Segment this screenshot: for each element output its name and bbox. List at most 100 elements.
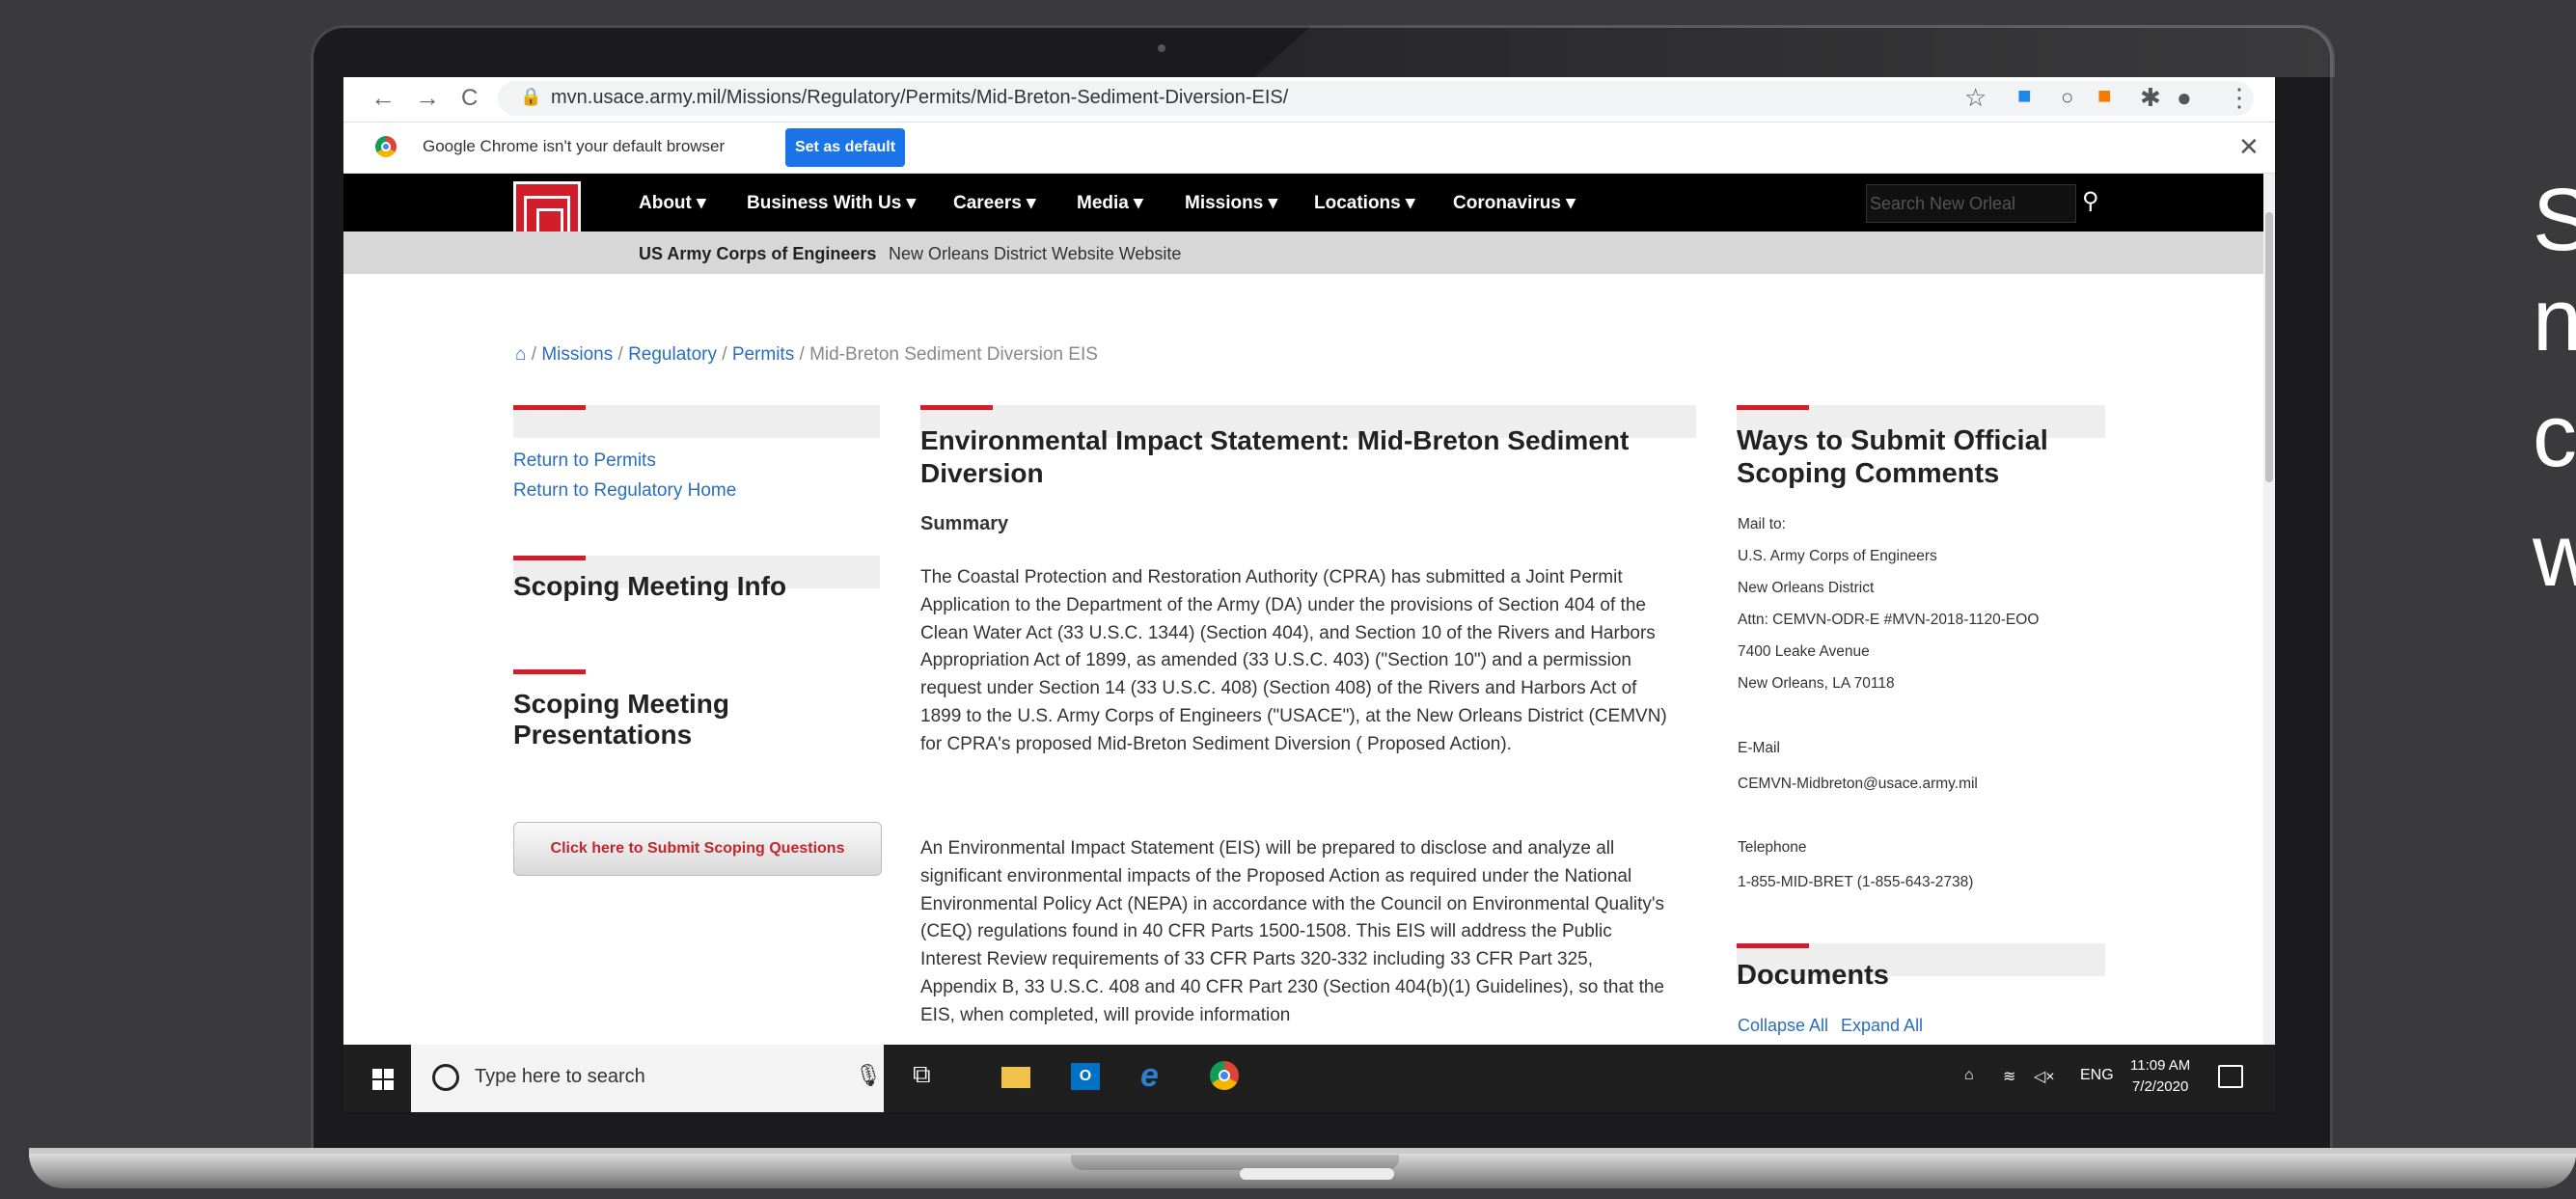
red-accent: [513, 405, 586, 410]
castle-icon: [524, 196, 570, 234]
expand-all-link[interactable]: Expand All: [1841, 1016, 1923, 1036]
nav-business-with-us[interactable]: Business With Us ▾: [747, 192, 916, 214]
menu-kebab-icon[interactable]: ⋮: [2227, 83, 2252, 113]
start-tile: [384, 1080, 394, 1090]
file-explorer-icon[interactable]: [1000, 1059, 1032, 1092]
home-icon[interactable]: ⌂: [515, 344, 526, 365]
task-view-icon[interactable]: ⧉: [913, 1059, 945, 1092]
eis-paragraph: An Environmental Impact Statement (EIS) …: [920, 838, 1665, 1025]
nav-locations[interactable]: Locations ▾: [1314, 192, 1415, 214]
outlook-icon[interactable]: O: [1069, 1059, 1102, 1092]
site-subbar: [343, 232, 2263, 274]
breadcrumb-sep: /: [722, 344, 727, 365]
address-line: New Orleans, LA 70118: [1738, 675, 1895, 692]
submit-scoping-questions-button[interactable]: Click here to Submit Scoping Questions: [513, 822, 882, 876]
webcam-icon: [1158, 44, 1165, 52]
summary-label: Summary: [920, 513, 1009, 534]
nav-careers[interactable]: Careers ▾: [953, 192, 1036, 214]
forward-icon[interactable]: →: [415, 83, 440, 113]
ways-to-submit-heading: Ways to Submit Official Scoping Comments: [1737, 424, 2048, 490]
site-search-placeholder: Search New Orleal: [1870, 194, 2016, 213]
laptop-notch-lip: [1240, 1168, 1394, 1180]
profile-icon[interactable]: ●: [2177, 83, 2192, 113]
breadcrumb-sep: /: [799, 344, 805, 365]
search-icon[interactable]: ⚲: [2082, 187, 2099, 215]
page-title: Environmental Impact Statement: Mid-Bret…: [920, 424, 1692, 490]
breadcrumb-permits[interactable]: Permits: [732, 344, 794, 365]
org-name: US Army Corps of Engineers: [639, 244, 877, 263]
bookmark-star-icon[interactable]: ☆: [1964, 83, 1987, 113]
scrollbar-thumb[interactable]: [2265, 212, 2273, 482]
notifications-icon[interactable]: [2218, 1065, 2243, 1088]
nav-about[interactable]: About ▾: [639, 192, 706, 214]
start-tile: [384, 1069, 394, 1078]
red-accent: [1737, 405, 1809, 410]
red-accent: [513, 669, 586, 674]
extension-icon[interactable]: ○: [2061, 85, 2073, 110]
breadcrumb-regulatory[interactable]: Regulatory: [628, 344, 717, 365]
breadcrumb: ⌂ / Missions / Regulatory / Permits / Mi…: [515, 344, 1098, 366]
nav-media[interactable]: Media ▾: [1077, 192, 1143, 214]
heading-line: Presentations: [513, 720, 693, 749]
heading-line: Scoping Comments: [1737, 458, 2000, 489]
address-line: Attn: CEMVN-ODR-E #MVN-2018-1120-EOO: [1738, 612, 2040, 628]
windows-start-icon[interactable]: [372, 1069, 394, 1090]
laptop-glare: [1254, 25, 2335, 77]
telephone-number: 1-855-MID-BRET (1-855-643-2738): [1738, 874, 1974, 890]
browser-toolbar: ← → C 🔒 mvn.usace.army.mil/Missions/Regu…: [343, 77, 2275, 123]
default-browser-infobar: Google Chrome isn't your default browser…: [343, 123, 2275, 174]
left-panel-bar: [513, 405, 880, 438]
collapse-all-link[interactable]: Collapse All: [1738, 1016, 1828, 1036]
breadcrumb-sep: /: [617, 344, 623, 365]
address-line: New Orleans District: [1738, 580, 1875, 596]
nav-coronavirus[interactable]: Coronavirus ▾: [1453, 192, 1576, 214]
district-label: New Orleans District Website Website: [889, 244, 1182, 263]
email-address[interactable]: CEMVN-Midbreton@usace.army.mil: [1738, 776, 1978, 793]
extension-icon[interactable]: ■: [2017, 83, 2032, 110]
extensions-puzzle-icon[interactable]: ✱: [2140, 83, 2161, 113]
close-icon[interactable]: ✕: [2238, 132, 2260, 162]
back-icon[interactable]: ←: [370, 83, 396, 113]
background-caption-n: n: [2533, 271, 2576, 369]
return-to-permits-link[interactable]: Return to Permits: [513, 450, 656, 472]
nav-missions[interactable]: Missions ▾: [1185, 192, 1277, 214]
clock-time: 11:09 AM: [2130, 1057, 2191, 1074]
mail-label: Mail to:: [1738, 516, 1786, 532]
summary-paragraph: The Coastal Protection and Restoration A…: [920, 567, 1667, 754]
chrome-logo-icon: [375, 136, 397, 157]
start-tile: [372, 1069, 382, 1078]
title-line: Diversion: [920, 458, 1044, 488]
telephone-label: Telephone: [1738, 839, 1807, 856]
volume-icon[interactable]: ◁×: [2034, 1067, 2055, 1086]
red-accent: [920, 405, 993, 410]
language-indicator[interactable]: ENG: [2080, 1067, 2114, 1084]
address-line: 7400 Leake Avenue: [1738, 643, 1870, 660]
extension-icon[interactable]: ■: [2097, 83, 2112, 110]
documents-heading: Documents: [1737, 960, 1889, 991]
network-icon[interactable]: ⌂: [1964, 1067, 1974, 1084]
screen: ← → C 🔒 mvn.usace.army.mil/Missions/Regu…: [343, 77, 2275, 1112]
taskbar-clock[interactable]: 11:09 AM 7/2/2020: [2130, 1055, 2190, 1098]
heading-line: Ways to Submit Official: [1737, 425, 2048, 456]
clock-date: 7/2/2020: [2131, 1078, 2189, 1095]
taskbar-search-placeholder: Type here to search: [475, 1066, 645, 1087]
address-line: U.S. Army Corps of Engineers: [1738, 548, 1937, 564]
reload-icon[interactable]: C: [461, 85, 478, 112]
email-label: E-Mail: [1738, 740, 1780, 756]
start-tile: [372, 1080, 382, 1090]
scoping-meeting-presentations-heading: Scoping Meeting Presentations: [513, 689, 729, 750]
heading-line: Scoping Meeting: [513, 689, 729, 719]
breadcrumb-missions[interactable]: Missions: [541, 344, 613, 365]
edge-icon[interactable]: e: [1140, 1059, 1173, 1092]
chrome-taskbar-icon[interactable]: [1208, 1059, 1241, 1092]
lock-icon: 🔒: [520, 87, 542, 106]
microphone-icon[interactable]: 🎙: [855, 1063, 882, 1088]
red-accent: [513, 556, 586, 560]
url-text[interactable]: mvn.usace.army.mil/Missions/Regulatory/P…: [551, 87, 1288, 109]
return-to-regulatory-home-link[interactable]: Return to Regulatory Home: [513, 480, 736, 502]
scoping-meeting-info-heading: Scoping Meeting Info: [513, 571, 787, 601]
set-as-default-button[interactable]: Set as default: [785, 128, 905, 167]
wifi-icon[interactable]: ≋: [2003, 1067, 2015, 1086]
breadcrumb-current: Mid-Breton Sediment Diversion EIS: [809, 344, 1098, 365]
breadcrumb-sep: /: [531, 344, 537, 365]
